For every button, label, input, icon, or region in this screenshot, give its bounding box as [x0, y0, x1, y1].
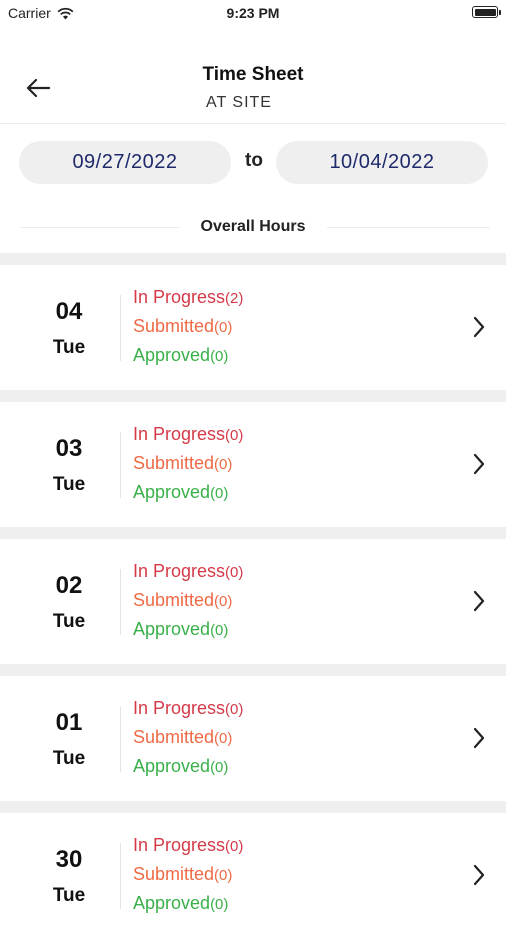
approved-label: Approved	[133, 482, 211, 502]
page-subtitle: AT SITE	[206, 94, 272, 111]
in-progress-label: In Progress	[133, 561, 226, 581]
status-time: 9:23 PM	[226, 5, 280, 21]
row-divider	[120, 295, 121, 361]
start-date-field[interactable]: 09/27/2022	[19, 141, 231, 184]
submitted-status: Submitted(0)	[133, 864, 232, 885]
day-weekday: Tue	[52, 748, 86, 769]
day-list: 04 Tue In Progress(2) Submitted(0) Appro…	[0, 253, 506, 938]
approved-label: Approved	[133, 619, 211, 639]
page-title: Time Sheet	[202, 64, 304, 85]
submitted-status: Submitted(0)	[133, 727, 232, 748]
submitted-status: Submitted(0)	[133, 590, 232, 611]
chevron-right-icon	[473, 864, 485, 886]
day-row[interactable]: 01 Tue In Progress(0) Submitted(0) Appro…	[0, 664, 506, 801]
battery-icon	[472, 6, 498, 18]
day-weekday: Tue	[52, 474, 86, 495]
approved-status: Approved(0)	[133, 893, 228, 914]
row-divider	[120, 569, 121, 635]
submitted-count: (0)	[214, 730, 233, 747]
in-progress-count: (2)	[225, 290, 244, 307]
submitted-label: Submitted	[133, 590, 215, 610]
row-divider	[120, 843, 121, 909]
day-row[interactable]: 30 Tue In Progress(0) Submitted(0) Appro…	[0, 801, 506, 938]
submitted-count: (0)	[214, 319, 233, 336]
submitted-label: Submitted	[133, 316, 215, 336]
chevron-right-icon	[473, 590, 485, 612]
day-row[interactable]: 04 Tue In Progress(2) Submitted(0) Appro…	[0, 253, 506, 390]
end-date-field[interactable]: 10/04/2022	[276, 141, 488, 184]
approved-status: Approved(0)	[133, 345, 228, 366]
chevron-right-icon	[473, 316, 485, 338]
day-row[interactable]: 03 Tue In Progress(0) Submitted(0) Appro…	[0, 390, 506, 527]
in-progress-label: In Progress	[133, 835, 226, 855]
in-progress-status: In Progress(0)	[133, 698, 243, 719]
approved-count: (0)	[210, 759, 229, 776]
day-number: 02	[55, 572, 83, 599]
day-weekday: Tue	[52, 885, 86, 906]
in-progress-status: In Progress(0)	[133, 835, 243, 856]
submitted-label: Submitted	[133, 864, 215, 884]
in-progress-status: In Progress(0)	[133, 561, 243, 582]
submitted-status: Submitted(0)	[133, 453, 232, 474]
approved-status: Approved(0)	[133, 482, 228, 503]
approved-count: (0)	[210, 622, 229, 639]
in-progress-status: In Progress(2)	[133, 287, 243, 308]
approved-label: Approved	[133, 756, 211, 776]
day-number: 30	[55, 846, 83, 873]
approved-count: (0)	[210, 348, 229, 365]
day-row[interactable]: 02 Tue In Progress(0) Submitted(0) Appro…	[0, 527, 506, 664]
approved-status: Approved(0)	[133, 619, 228, 640]
battery-tip	[499, 10, 501, 15]
day-number: 04	[55, 298, 83, 325]
chevron-right-icon	[473, 727, 485, 749]
overall-divider-right	[327, 227, 490, 228]
submitted-count: (0)	[214, 593, 233, 610]
submitted-count: (0)	[214, 867, 233, 884]
header: Time Sheet AT SITE	[0, 52, 506, 122]
in-progress-count: (0)	[225, 564, 244, 581]
submitted-label: Submitted	[133, 453, 215, 473]
approved-label: Approved	[133, 893, 211, 913]
approved-status: Approved(0)	[133, 756, 228, 777]
in-progress-count: (0)	[225, 701, 244, 718]
day-weekday: Tue	[52, 611, 86, 632]
submitted-label: Submitted	[133, 727, 215, 747]
date-separator: to	[245, 150, 263, 171]
approved-count: (0)	[210, 485, 229, 502]
day-weekday: Tue	[52, 337, 86, 358]
in-progress-count: (0)	[225, 427, 244, 444]
submitted-status: Submitted(0)	[133, 316, 232, 337]
day-number: 03	[55, 435, 83, 462]
status-bar: Carrier 9:23 PM	[0, 0, 506, 28]
approved-count: (0)	[210, 896, 229, 913]
row-divider	[120, 706, 121, 772]
header-divider	[0, 123, 506, 124]
approved-label: Approved	[133, 345, 211, 365]
in-progress-label: In Progress	[133, 424, 226, 444]
in-progress-count: (0)	[225, 838, 244, 855]
chevron-right-icon	[473, 453, 485, 475]
day-number: 01	[55, 709, 83, 736]
in-progress-label: In Progress	[133, 287, 226, 307]
in-progress-status: In Progress(0)	[133, 424, 243, 445]
submitted-count: (0)	[214, 456, 233, 473]
in-progress-label: In Progress	[133, 698, 226, 718]
row-divider	[120, 432, 121, 498]
